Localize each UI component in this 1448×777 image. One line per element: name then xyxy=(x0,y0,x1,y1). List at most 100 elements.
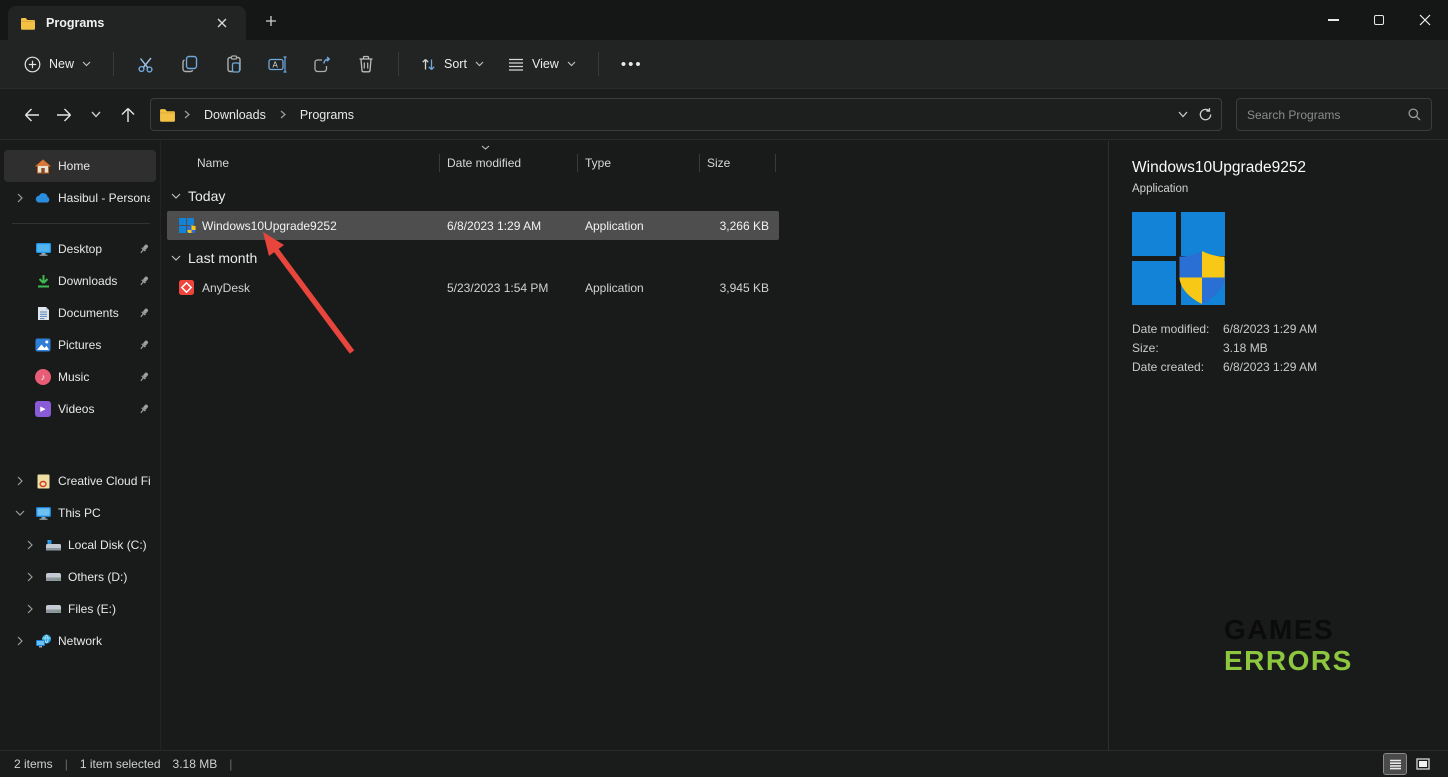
arrow-left-icon xyxy=(24,108,40,122)
sidebar-divider xyxy=(12,223,150,224)
sidebar-item-label: Downloads xyxy=(58,274,132,288)
refresh-icon[interactable] xyxy=(1198,107,1213,122)
close-button[interactable] xyxy=(1402,0,1448,40)
chevron-right-icon[interactable] xyxy=(27,604,33,614)
folder-icon xyxy=(20,17,36,30)
sidebar-item-local-disk-c[interactable]: Local Disk (C:) xyxy=(14,529,156,561)
forward-button[interactable] xyxy=(48,99,80,131)
copy-button[interactable] xyxy=(170,47,210,81)
windows-app-icon xyxy=(179,218,194,233)
view-lines-icon xyxy=(508,58,524,71)
chevron-right-icon[interactable] xyxy=(17,476,23,486)
sidebar-item-files-e[interactable]: Files (E:) xyxy=(14,593,156,625)
chevron-down-icon xyxy=(82,61,91,67)
sidebar-item-this-pc[interactable]: This PC xyxy=(4,497,156,529)
recent-locations-button[interactable] xyxy=(80,99,112,131)
details-view-toggle[interactable] xyxy=(1384,754,1406,774)
new-button[interactable]: New xyxy=(14,49,101,80)
details-pane: Windows10Upgrade9252 Application Date mo… xyxy=(1108,141,1448,750)
music-icon: ♪ xyxy=(34,369,52,385)
folder-icon xyxy=(159,108,176,122)
sidebar-item-desktop[interactable]: Desktop xyxy=(4,233,156,265)
sidebar-item-videos[interactable]: ▶ Videos xyxy=(4,393,156,425)
maximize-button[interactable] xyxy=(1356,0,1402,40)
breadcrumb-programs[interactable]: Programs xyxy=(294,105,360,125)
property-value: 6/8/2023 1:29 AM xyxy=(1223,322,1448,336)
delete-button[interactable] xyxy=(346,47,386,81)
chevron-right-icon[interactable] xyxy=(27,540,33,550)
rename-button[interactable]: A xyxy=(258,47,298,81)
minimize-button[interactable] xyxy=(1310,0,1356,40)
uac-shield-icon xyxy=(187,225,196,233)
column-header-date-modified[interactable]: Date modified xyxy=(439,148,577,178)
sidebar-item-network[interactable]: Network xyxy=(4,625,156,657)
sidebar-item-onedrive[interactable]: Hasibul - Personal xyxy=(4,182,156,214)
disk-icon xyxy=(44,572,62,582)
column-header-name[interactable]: Name xyxy=(167,148,439,178)
selection-count: 1 item selected xyxy=(80,757,161,771)
details-subtitle: Application xyxy=(1132,183,1448,195)
onedrive-cloud-icon xyxy=(34,192,52,204)
tab-bar: Programs xyxy=(0,0,1448,40)
chevron-right-icon[interactable] xyxy=(17,193,23,203)
cut-button[interactable] xyxy=(126,47,166,81)
rename-icon: A xyxy=(268,56,288,73)
scissors-icon xyxy=(137,55,156,74)
address-dropdown-icon[interactable] xyxy=(1178,111,1188,118)
file-type: Application xyxy=(577,281,699,295)
file-name: AnyDesk xyxy=(202,281,250,295)
chevron-right-icon[interactable] xyxy=(17,636,23,646)
tab-programs[interactable]: Programs xyxy=(8,6,246,40)
search-input[interactable] xyxy=(1247,108,1408,122)
sidebar-item-downloads[interactable]: Downloads xyxy=(4,265,156,297)
file-explorer-window: Programs New xyxy=(0,0,1448,777)
view-button-label: View xyxy=(532,57,559,71)
file-type: Application xyxy=(577,219,699,233)
file-row-anydesk[interactable]: AnyDesk 5/23/2023 1:54 PM Application 3,… xyxy=(167,273,779,302)
sort-button-label: Sort xyxy=(444,57,467,71)
chevron-right-icon[interactable] xyxy=(27,572,33,582)
sidebar-item-pictures[interactable]: Pictures xyxy=(4,329,156,361)
column-header-size[interactable]: Size xyxy=(699,148,775,178)
pin-icon xyxy=(138,403,150,415)
tab-close-icon[interactable] xyxy=(210,11,234,35)
sidebar-item-music[interactable]: ♪ Music xyxy=(4,361,156,393)
downloads-icon xyxy=(34,274,52,289)
sort-arrows-icon xyxy=(421,57,436,72)
column-header-end xyxy=(775,148,783,178)
address-bar[interactable]: Downloads Programs xyxy=(150,98,1222,131)
sidebar-item-label: Music xyxy=(58,370,132,384)
uac-shield-icon xyxy=(1179,251,1225,304)
search-box[interactable] xyxy=(1236,98,1432,131)
file-size: 3,945 KB xyxy=(699,281,775,295)
group-header-last-month[interactable]: Last month xyxy=(167,243,1108,273)
file-name: Windows10Upgrade9252 xyxy=(202,219,337,233)
file-row-windows10upgrade9252[interactable]: Windows10Upgrade9252 6/8/2023 1:29 AM Ap… xyxy=(167,211,779,240)
sidebar-item-home[interactable]: Home xyxy=(4,150,156,182)
sidebar-item-others-d[interactable]: Others (D:) xyxy=(14,561,156,593)
windows-app-icon-large xyxy=(1132,212,1225,305)
sidebar-item-label: Pictures xyxy=(58,338,132,352)
breadcrumb-downloads[interactable]: Downloads xyxy=(198,105,272,125)
pictures-icon xyxy=(34,338,52,352)
paste-button[interactable] xyxy=(214,47,254,81)
sidebar-item-creative-cloud-files[interactable]: Creative Cloud Files xyxy=(4,465,156,497)
column-header-type[interactable]: Type xyxy=(577,148,699,178)
sort-button[interactable]: Sort xyxy=(411,50,494,79)
disk-icon xyxy=(44,604,62,614)
group-header-today[interactable]: Today xyxy=(167,181,1108,211)
chevron-down-icon[interactable] xyxy=(15,510,25,516)
thumbnail-view-toggle[interactable] xyxy=(1412,754,1434,774)
search-icon[interactable] xyxy=(1408,108,1421,121)
up-button[interactable] xyxy=(112,99,144,131)
more-options-button[interactable]: ••• xyxy=(611,56,653,73)
new-tab-button[interactable] xyxy=(258,9,284,33)
back-button[interactable] xyxy=(16,99,48,131)
creative-cloud-icon xyxy=(34,474,52,489)
status-bar: 2 items | 1 item selected 3.18 MB | xyxy=(0,750,1448,777)
view-button[interactable]: View xyxy=(498,50,586,78)
sidebar-item-documents[interactable]: Documents xyxy=(4,297,156,329)
pin-icon xyxy=(138,307,150,319)
plus-circle-icon xyxy=(24,56,41,73)
share-button[interactable] xyxy=(302,47,342,81)
